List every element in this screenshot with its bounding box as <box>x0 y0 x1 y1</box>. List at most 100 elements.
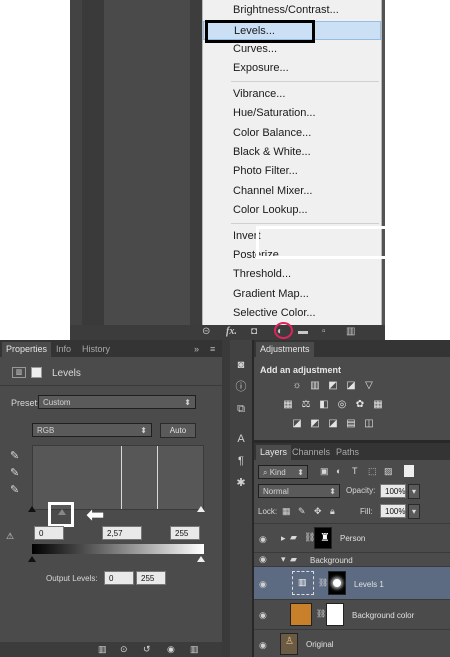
eye-icon[interactable]: ◉ <box>259 579 267 590</box>
collapse-icon[interactable]: » <box>190 342 203 357</box>
input-black-field[interactable]: 0 <box>34 526 64 540</box>
hue-saturation-icon[interactable]: ▦ <box>282 399 294 411</box>
opacity-field[interactable]: 100% <box>380 484 406 498</box>
filter-pixel-icon[interactable]: ▣ <box>320 466 329 477</box>
blend-mode-select[interactable]: Normal ⬍ <box>258 484 340 498</box>
input-white-slider[interactable] <box>197 506 205 512</box>
opacity-dropdown[interactable]: ▾ <box>408 484 420 499</box>
levels-icon[interactable]: ▥ <box>309 380 321 392</box>
brush-icon[interactable]: ✱ <box>234 476 248 490</box>
filter-kind-select[interactable]: ⌕ Kind ⬍ <box>258 465 308 479</box>
menu-item-channel-mixer[interactable]: Channel Mixer... <box>203 182 381 201</box>
tab-paths[interactable]: Paths <box>332 445 363 460</box>
menu-item-hue-saturation[interactable]: Hue/Saturation... <box>203 104 381 123</box>
layer-row-person[interactable]: ◉ ▸ ▰ ⛓ ♜ Person <box>254 523 450 552</box>
auto-button[interactable]: Auto <box>160 423 196 438</box>
lock-transparent-icon[interactable]: ▦ <box>282 506 291 517</box>
black-eyedropper-icon[interactable]: ✎ <box>10 449 19 462</box>
canvas-scrollbar[interactable] <box>82 0 104 325</box>
eye-icon[interactable]: ◉ <box>259 610 267 621</box>
white-eyedropper-icon[interactable]: ✎ <box>10 483 19 496</box>
black-white-icon[interactable]: ◧ <box>318 399 330 411</box>
tab-properties[interactable]: Properties <box>2 342 52 357</box>
input-black-slider[interactable] <box>28 506 36 512</box>
exposure-icon[interactable]: ◪ <box>345 380 357 392</box>
layer-row-background-group[interactable]: ◉ ▾ ▰ Background <box>254 552 450 566</box>
color-lookup-icon[interactable]: ▦ <box>372 399 384 411</box>
eye-icon[interactable]: ◉ <box>259 640 267 651</box>
trash-icon[interactable]: ▥ <box>190 644 199 655</box>
filter-shape-icon[interactable]: ⬚ <box>368 466 377 477</box>
panel-menu-icon[interactable]: ≡ <box>206 342 219 357</box>
mask-icon[interactable] <box>31 367 42 378</box>
add-mask-icon[interactable]: ◘ <box>251 326 257 337</box>
gray-eyedropper-icon[interactable]: ✎ <box>10 466 19 479</box>
menu-item-brightness-contrast[interactable]: Brightness/Contrast... <box>203 1 381 20</box>
output-white-field[interactable]: 255 <box>136 571 166 585</box>
posterize-icon[interactable]: ◩ <box>309 418 321 430</box>
tab-history[interactable]: History <box>78 342 114 357</box>
tab-layers[interactable]: Layers <box>256 445 292 460</box>
channel-select[interactable]: RGB ⬍ <box>32 423 152 437</box>
layer-row-background-color[interactable]: ◉ ⛓ Background color <box>254 599 450 629</box>
paragraph-icon[interactable]: ¶ <box>234 454 248 468</box>
fx-button[interactable]: fx. <box>226 326 237 337</box>
reset-icon[interactable]: ↺ <box>143 644 151 655</box>
photo-filter-icon[interactable]: ◎ <box>336 399 348 411</box>
new-layer-icon[interactable]: ▫ <box>322 326 326 337</box>
selective-color-icon[interactable]: ◫ <box>363 418 375 430</box>
vibrance-icon[interactable]: ▽ <box>363 380 375 392</box>
menu-item-vibrance[interactable]: Vibrance... <box>203 85 381 104</box>
threshold-icon[interactable]: ◪ <box>327 418 339 430</box>
input-white-field[interactable]: 255 <box>170 526 200 540</box>
fill-field[interactable]: 100% <box>380 504 406 518</box>
curves-icon[interactable]: ◩ <box>327 380 339 392</box>
filter-type-icon[interactable]: T <box>352 466 358 476</box>
menu-item-exposure[interactable]: Exposure... <box>203 59 381 78</box>
eye-icon[interactable]: ◉ <box>259 534 267 545</box>
fill-dropdown[interactable]: ▾ <box>408 504 420 519</box>
brightness-icon[interactable]: ☼ <box>291 380 303 392</box>
gradient-map-icon[interactable]: ▤ <box>345 418 357 430</box>
input-gamma-field[interactable]: 2,57 <box>102 526 142 540</box>
visibility-icon[interactable]: ◉ <box>167 644 175 655</box>
menu-item-photo-filter[interactable]: Photo Filter... <box>203 162 381 181</box>
menu-item-color-lookup[interactable]: Color Lookup... <box>203 201 381 220</box>
filter-smart-icon[interactable]: ▨ <box>384 466 393 477</box>
tab-info[interactable]: Info <box>52 342 75 357</box>
collapse-arrow-icon[interactable]: ▾ <box>281 554 286 565</box>
link-layers-icon[interactable]: ⊝ <box>202 326 210 337</box>
channel-mixer-icon[interactable]: ✿ <box>354 399 366 411</box>
character-icon[interactable]: A <box>234 432 248 446</box>
menu-item-gradient-map[interactable]: Gradient Map... <box>203 285 381 304</box>
tab-adjustments[interactable]: Adjustments <box>256 342 314 357</box>
color-balance-icon[interactable]: ⚖ <box>300 399 312 411</box>
view-previous-icon[interactable]: ⊙ <box>120 644 128 655</box>
preset-select[interactable]: Custom ⬍ <box>38 395 196 409</box>
filter-adjustment-icon[interactable]: ◐ <box>336 466 341 476</box>
clip-to-layer-icon[interactable]: ▥ <box>98 644 107 655</box>
lock-all-icon[interactable]: 🔒︎ <box>330 506 335 517</box>
menu-item-color-balance[interactable]: Color Balance... <box>203 124 381 143</box>
output-black-field[interactable]: 0 <box>104 571 134 585</box>
menu-item-black-white[interactable]: Black & White... <box>203 143 381 162</box>
eye-icon[interactable]: ◉ <box>259 554 267 565</box>
clipping-warning-icon[interactable]: ⚠ <box>6 531 14 542</box>
menu-item-threshold[interactable]: Threshold... <box>203 265 381 284</box>
output-white-slider[interactable] <box>197 556 205 562</box>
info-icon[interactable]: ⓘ <box>234 380 248 394</box>
layer-row-levels-1[interactable]: ◉ ▥ ⛓ Levels 1 <box>254 566 450 599</box>
history-icon[interactable]: ⧉ <box>234 402 248 416</box>
new-group-icon[interactable]: ▬ <box>298 326 308 337</box>
expand-arrow-icon[interactable]: ▸ <box>281 533 286 544</box>
trash-icon[interactable]: ▥ <box>346 326 355 337</box>
menu-item-selective-color[interactable]: Selective Color... <box>203 304 381 323</box>
layer-row-original[interactable]: ◉ ♙ Original <box>254 629 450 657</box>
filter-toggle[interactable] <box>404 465 414 477</box>
adjustments-icon[interactable]: ◙ <box>234 358 248 372</box>
output-black-slider[interactable] <box>28 556 36 562</box>
invert-icon[interactable]: ◪ <box>291 418 303 430</box>
tab-channels[interactable]: Channels <box>288 445 334 460</box>
lock-position-icon[interactable]: ✥ <box>314 506 322 517</box>
lock-image-icon[interactable]: ✎ <box>298 506 306 517</box>
